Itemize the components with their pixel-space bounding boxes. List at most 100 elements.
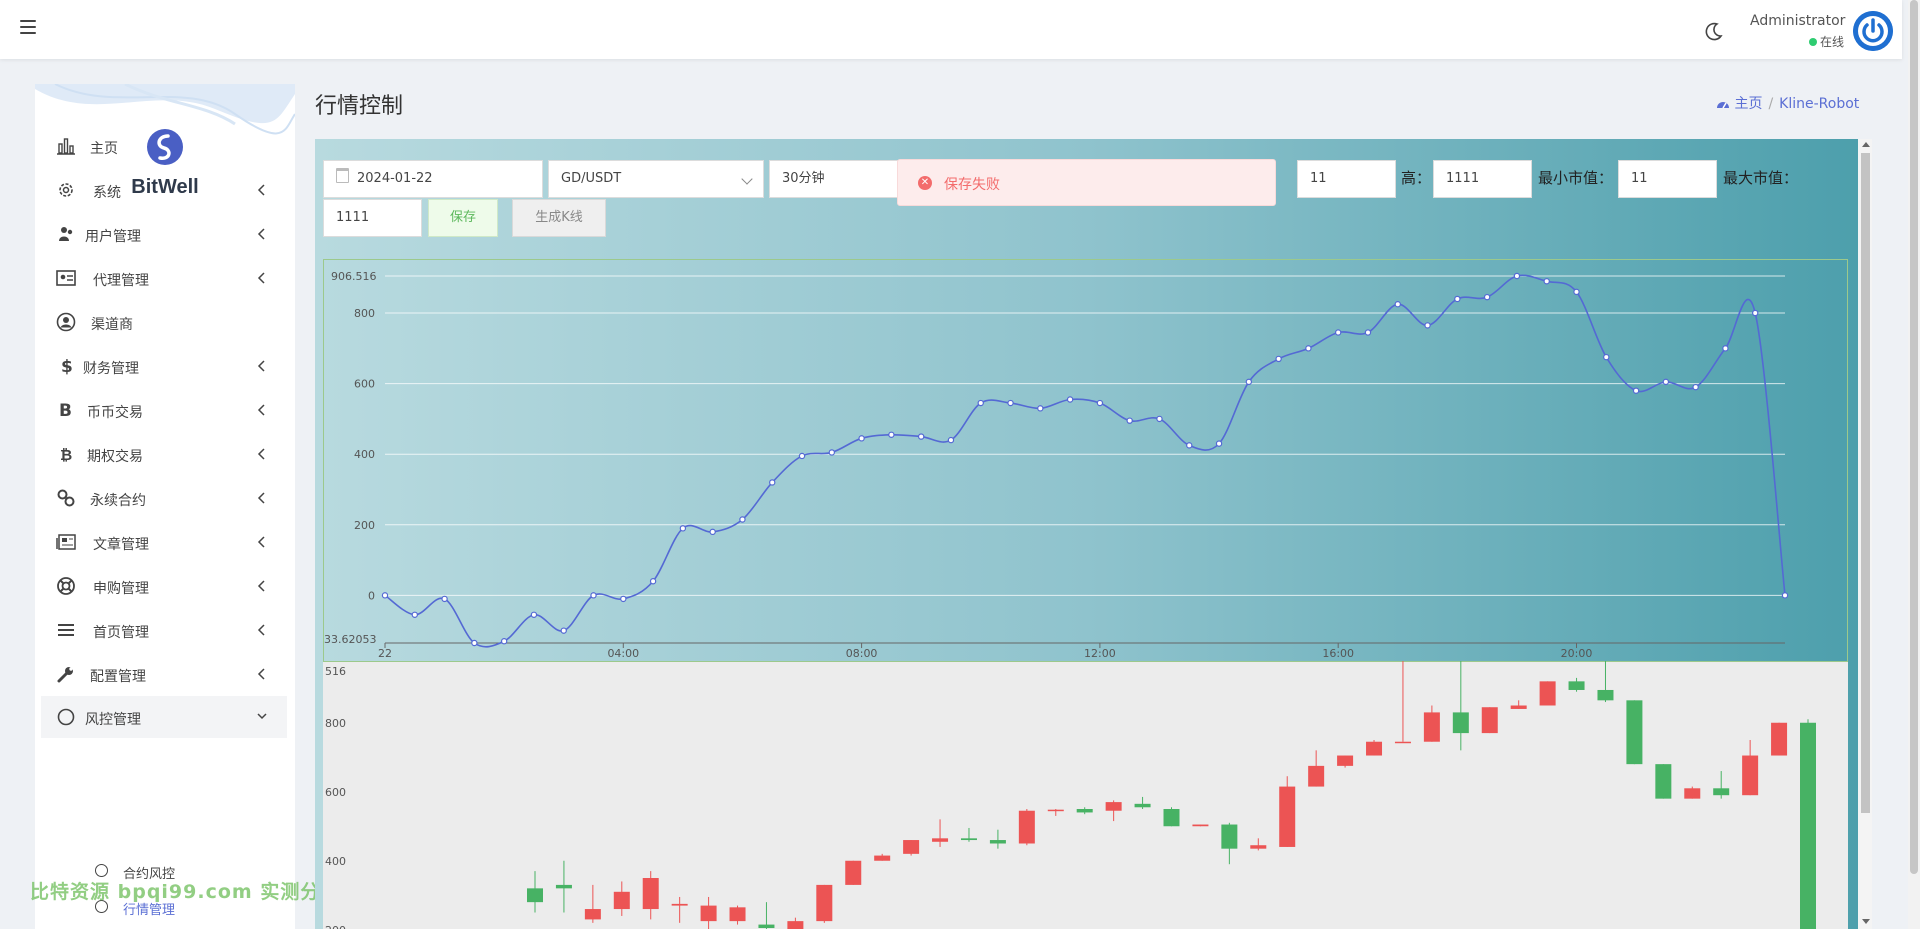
data-point xyxy=(1603,353,1610,361)
data-point xyxy=(590,592,597,599)
high-input[interactable]: 1111 xyxy=(1433,160,1532,198)
max-cap-label: 最大市值： xyxy=(1723,169,1799,187)
data-point xyxy=(1424,322,1431,329)
sidebar-item-13[interactable]: 配置管理 xyxy=(35,653,295,695)
data-point xyxy=(1781,592,1789,599)
date-value: 2024-01-22 xyxy=(357,171,433,186)
data-point xyxy=(947,436,955,444)
high-label: 高： xyxy=(1401,169,1432,187)
sidebar-item-1[interactable]: 主页 xyxy=(35,125,295,167)
chevron-left-icon xyxy=(257,492,265,504)
sidebar-item-8[interactable]: ₿ 期权交易 xyxy=(35,433,295,475)
price-line-chart: 0 200 400 600 800 906.516 33.6205322 04:00 08:00… xyxy=(323,259,1848,661)
min-cap-value: 11 xyxy=(1631,171,1648,186)
min-cap-input[interactable]: 11 xyxy=(1618,160,1717,198)
data-point xyxy=(1245,378,1253,386)
id-card-icon xyxy=(56,270,76,286)
date-input[interactable]: 2024-01-22 xyxy=(323,160,543,198)
candle-body xyxy=(584,909,601,920)
sidebar-item-14[interactable]: 风控管理 xyxy=(41,696,287,738)
candle-body xyxy=(1684,788,1701,799)
sidebar-item-6[interactable]: $ 财务管理 xyxy=(35,345,295,387)
pair-value: GD/USDT xyxy=(561,171,622,186)
sidebar-item-label: 渠道商 xyxy=(91,317,133,333)
data-point xyxy=(500,638,508,645)
sidebar-item-5[interactable]: 渠道商 xyxy=(35,301,295,343)
k-y-tick-label: 800 xyxy=(325,717,346,730)
data-point xyxy=(381,592,389,599)
candle-body xyxy=(1047,809,1064,812)
chevron-left-icon xyxy=(257,624,265,636)
x-tick-label: 12:00 xyxy=(1084,647,1116,660)
max-cap-value: 1111 xyxy=(336,210,370,225)
pair-select[interactable]: GD/USDT xyxy=(548,160,764,198)
data-point xyxy=(1066,396,1074,403)
candle-body xyxy=(729,907,746,922)
data-point xyxy=(1573,288,1580,296)
chevron-left-icon xyxy=(257,448,265,460)
svg-text:$: $ xyxy=(61,357,73,376)
interval-value: 30分钟 xyxy=(782,171,825,186)
sidebar-item-2[interactable]: 系统 xyxy=(35,169,295,211)
dark-mode-moon-icon[interactable] xyxy=(1703,20,1725,42)
interval-select[interactable]: 30分钟 xyxy=(769,160,909,198)
max-cap-input[interactable]: 1111 xyxy=(323,199,422,237)
chevron-down-icon xyxy=(741,173,753,185)
candle-body xyxy=(1771,722,1788,756)
sidebar-item-4[interactable]: 代理管理 xyxy=(35,257,295,299)
candle-body xyxy=(1597,689,1614,701)
panel-scrollbar[interactable] xyxy=(1858,139,1872,929)
candle-body xyxy=(1134,803,1151,808)
user-name[interactable]: Administrator xyxy=(1750,13,1845,29)
hamburger-menu-icon[interactable] xyxy=(20,20,36,34)
candle-body xyxy=(555,884,572,889)
candle-body xyxy=(1221,824,1238,849)
data-point xyxy=(1007,399,1014,407)
chevron-left-icon xyxy=(257,580,265,592)
data-point xyxy=(1513,272,1521,280)
sidebar-item-9[interactable]: 永续合约 xyxy=(35,477,295,519)
page-scrollbar[interactable] xyxy=(1908,0,1920,929)
data-point xyxy=(1394,301,1401,308)
sidebar-item-10[interactable]: 文章管理 xyxy=(35,521,295,563)
candlestick-chart: 516 200 400 600 800 xyxy=(323,661,1848,929)
data-point xyxy=(1752,309,1759,317)
dollar-icon: $ xyxy=(61,357,73,376)
data-point xyxy=(1275,355,1282,363)
bar-chart-icon xyxy=(57,138,75,155)
error-x-icon: ✕ xyxy=(918,176,932,190)
y-tick-label: 600 xyxy=(354,378,375,391)
sidebar-item-label: 首页管理 xyxy=(93,625,149,641)
data-point xyxy=(977,399,984,407)
sidebar-item-3[interactable]: 用户管理 xyxy=(35,213,295,255)
data-point xyxy=(1364,329,1372,336)
sidebar-item-12[interactable]: 首页管理 xyxy=(35,609,295,651)
save-button[interactable]: 保存 xyxy=(428,199,498,237)
generate-kline-button[interactable]: 生成K线 xyxy=(512,199,606,237)
data-point xyxy=(620,595,627,603)
candle-body xyxy=(671,903,688,906)
avatar-power-icon[interactable] xyxy=(1853,11,1893,51)
candle-body xyxy=(758,924,775,929)
low-input[interactable]: 11 xyxy=(1297,160,1396,198)
data-point xyxy=(1156,415,1163,423)
watermark-text: 比特资源 bpqi99.com 实测分享 xyxy=(30,881,341,903)
candle-body xyxy=(787,921,804,929)
breadcrumb-home[interactable]: 主页 xyxy=(1734,96,1762,112)
data-point xyxy=(888,431,895,438)
sidebar-item-label: 用户管理 xyxy=(85,229,141,245)
candle-body xyxy=(1626,700,1643,765)
sidebar-item-11[interactable]: 申购管理 xyxy=(35,565,295,607)
candle-body xyxy=(1713,788,1730,796)
candle-body xyxy=(1105,802,1122,811)
user-circle-icon xyxy=(56,312,76,332)
life-ring-icon xyxy=(57,577,75,595)
data-point xyxy=(679,525,687,532)
sidebar-item-7[interactable]: B 币币交易 xyxy=(35,389,295,431)
high-value: 1111 xyxy=(1446,171,1480,186)
data-point xyxy=(1662,378,1670,386)
wrench-icon xyxy=(57,667,73,683)
candle-body xyxy=(1366,741,1383,756)
y-tick-label: 0 xyxy=(368,589,375,602)
data-point xyxy=(917,433,925,440)
